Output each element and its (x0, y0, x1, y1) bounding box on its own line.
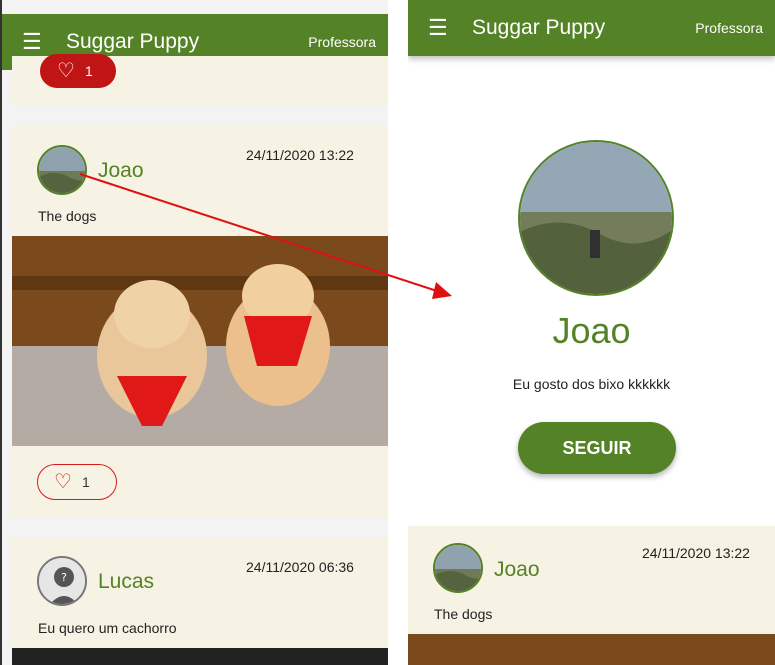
post-card: Joao 24/11/2020 13:22 The dogs (408, 526, 775, 665)
author-name[interactable]: Joao (98, 159, 144, 183)
post-date: 24/11/2020 13:22 (246, 147, 354, 163)
profile-bio: Eu gosto dos bixo kkkkkk (512, 376, 671, 392)
like-button[interactable]: ♡ 1 (37, 464, 117, 500)
post-date: 24/11/2020 06:36 (246, 559, 354, 575)
post-card: Joao 24/11/2020 13:22 The dogs ♡ 1 (12, 126, 388, 518)
profile-screen: ☰ Suggar Puppy Professora Joao Eu gosto … (408, 0, 775, 665)
app-bar: ☰ Suggar Puppy Professora (408, 0, 775, 56)
user-label[interactable]: Professora (695, 20, 763, 36)
like-button[interactable]: ♡ 1 (40, 54, 116, 88)
post-image (408, 634, 775, 665)
svg-text:?: ? (61, 571, 67, 584)
menu-icon[interactable]: ☰ (428, 17, 452, 39)
like-count: 1 (84, 63, 93, 79)
post-card-previous: ♡ 1 (12, 54, 388, 106)
author-name[interactable]: Joao (494, 558, 540, 582)
author-avatar[interactable]: ? (37, 556, 87, 606)
post-date: 24/11/2020 13:22 (642, 545, 750, 561)
post-card: ? Lucas 24/11/2020 06:36 Eu quero um cac… (12, 538, 388, 665)
app-title: Suggar Puppy (472, 16, 606, 39)
follow-button[interactable]: SEGUIR (518, 422, 676, 474)
post-caption: The dogs (434, 606, 493, 622)
like-count: 1 (81, 474, 90, 490)
post-image (12, 236, 388, 446)
profile-name: Joao (552, 310, 631, 351)
author-name[interactable]: Lucas (98, 570, 154, 594)
profile-avatar (518, 140, 674, 296)
post-caption: The dogs (38, 208, 97, 224)
heart-icon: ♡ (57, 60, 75, 82)
author-avatar[interactable] (433, 543, 483, 593)
feed-screen: ☰ Suggar Puppy Professora ♡ 1 Joao 24/11… (0, 0, 388, 665)
user-label[interactable]: Professora (308, 34, 376, 50)
menu-icon[interactable]: ☰ (22, 31, 46, 53)
app-title: Suggar Puppy (66, 30, 200, 53)
heart-icon: ♡ (54, 471, 72, 493)
post-image (12, 648, 388, 665)
post-caption: Eu quero um cachorro (38, 620, 177, 636)
author-avatar[interactable] (37, 145, 87, 195)
